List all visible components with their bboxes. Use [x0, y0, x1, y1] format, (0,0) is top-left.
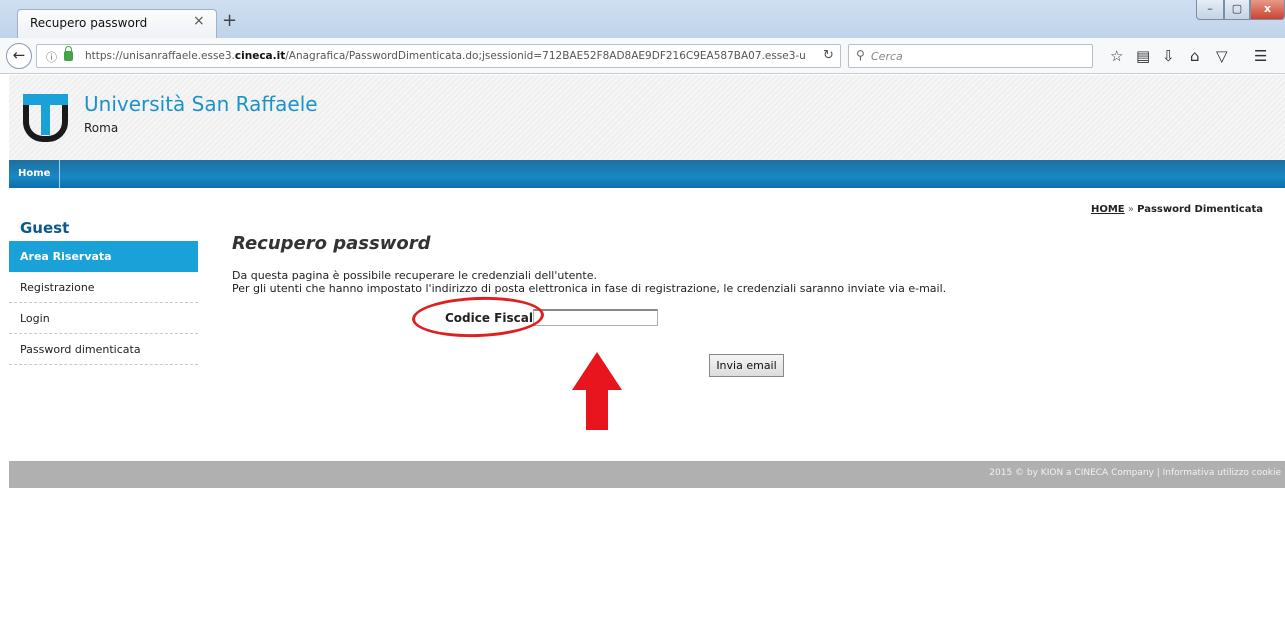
- reading-list-icon[interactable]: ▤: [1136, 47, 1150, 65]
- breadcrumb: HOME » Password Dimenticata: [1091, 204, 1263, 215]
- site-header: Università San Raffaele Roma: [9, 75, 1285, 160]
- browser-search-input[interactable]: ⚲ Cerca: [848, 44, 1093, 68]
- main-menu-bar: Home: [9, 160, 1285, 188]
- new-tab-icon[interactable]: +: [222, 10, 237, 31]
- page-title: Recupero password: [232, 233, 431, 254]
- reload-icon[interactable]: ↻: [823, 48, 834, 63]
- info-icon[interactable]: ⓘ: [46, 49, 57, 65]
- highlight-ellipse: [411, 294, 545, 340]
- web-page: Università San Raffaele Roma Home HOME »…: [0, 75, 1285, 625]
- footer-text[interactable]: 2015 © by KION a CINECA Company | Inform…: [989, 468, 1281, 478]
- breadcrumb-home-link[interactable]: HOME: [1091, 204, 1125, 215]
- back-arrow-icon[interactable]: ←: [6, 43, 32, 69]
- invia-email-button[interactable]: Invia email: [709, 354, 784, 377]
- red-up-arrow-icon: [572, 352, 622, 430]
- bookmark-star-icon[interactable]: ☆: [1110, 47, 1123, 65]
- main-content: Recupero password Da questa pagina è pos…: [232, 233, 1262, 295]
- site-footer: 2015 © by KION a CINECA Company | Inform…: [9, 461, 1285, 488]
- pocket-icon[interactable]: ▽: [1216, 47, 1228, 65]
- university-name[interactable]: Università San Raffaele: [84, 92, 318, 116]
- menu-icon[interactable]: ☰: [1254, 47, 1267, 65]
- sidebar-item-login[interactable]: Login: [9, 303, 198, 334]
- lock-icon[interactable]: [64, 46, 73, 61]
- url-text[interactable]: https://unisanraffaele.esse3.cineca.it/A…: [85, 50, 805, 62]
- sidebar-item-password-dimenticata[interactable]: Password dimenticata: [9, 334, 198, 365]
- description-line-1: Da questa pagina è possibile recuperare …: [232, 269, 597, 282]
- download-icon[interactable]: ⇩: [1162, 47, 1175, 65]
- menu-home-link[interactable]: Home: [9, 160, 61, 188]
- sidebar-item-registrazione[interactable]: Registrazione: [9, 272, 198, 303]
- tab-close-icon[interactable]: ×: [193, 13, 205, 29]
- sidebar: Guest Area Riservata Registrazione Login…: [9, 219, 198, 365]
- home-icon[interactable]: ⌂: [1190, 47, 1200, 65]
- tab-title: Recupero password: [30, 16, 148, 30]
- browser-tab[interactable]: Recupero password ×: [17, 9, 217, 38]
- window-close-button[interactable]: x: [1250, 0, 1285, 20]
- browser-titlebar: Recupero password × + – ▢ x: [0, 0, 1285, 38]
- window-minimize-button[interactable]: –: [1196, 0, 1224, 20]
- university-city: Roma: [84, 121, 119, 135]
- sidebar-item-area-riservata[interactable]: Area Riservata: [9, 241, 198, 272]
- description-line-2: Per gli utenti che hanno impostato l'ind…: [232, 282, 947, 295]
- search-placeholder: Cerca: [871, 50, 903, 63]
- university-logo-icon[interactable]: [23, 94, 68, 142]
- window-maximize-button[interactable]: ▢: [1224, 0, 1250, 20]
- address-bar[interactable]: ⓘ https://unisanraffaele.esse3.cineca.it…: [36, 44, 841, 68]
- browser-navbar: ← ⓘ https://unisanraffaele.esse3.cineca.…: [0, 38, 1285, 74]
- search-icon: ⚲: [856, 48, 865, 62]
- breadcrumb-current: Password Dimenticata: [1137, 204, 1263, 215]
- codice-fiscale-input[interactable]: [533, 309, 658, 326]
- breadcrumb-separator: »: [1127, 204, 1134, 215]
- sidebar-title: Guest: [20, 219, 70, 237]
